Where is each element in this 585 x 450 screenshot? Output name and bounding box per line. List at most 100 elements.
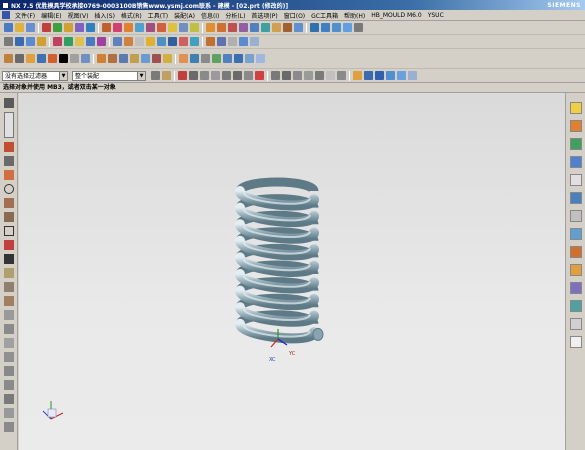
- dimension-icon[interactable]: [3, 366, 14, 376]
- point-icon[interactable]: [3, 254, 14, 264]
- layer-icon[interactable]: [97, 37, 106, 46]
- point-icon[interactable]: [70, 54, 79, 63]
- convert-reference-icon[interactable]: [3, 408, 14, 418]
- chamfer-icon[interactable]: [261, 23, 270, 32]
- save-icon[interactable]: [26, 23, 35, 32]
- view-fit-icon[interactable]: [4, 37, 13, 46]
- selection-scope-dropdown[interactable]: 整个装配 ▼: [72, 70, 146, 81]
- wireframe-icon[interactable]: [75, 37, 84, 46]
- join-curve-icon[interactable]: [201, 54, 210, 63]
- assembly-icon[interactable]: [206, 37, 215, 46]
- menu-information[interactable]: 信息(I): [198, 11, 222, 20]
- spline-icon[interactable]: [81, 54, 90, 63]
- menu-preferences[interactable]: 首选项(P): [248, 11, 280, 20]
- view-pan-icon[interactable]: [26, 37, 35, 46]
- rectangle-icon[interactable]: [48, 54, 57, 63]
- chevron-down-icon[interactable]: ▼: [137, 71, 145, 80]
- line-icon[interactable]: [3, 156, 14, 166]
- web-browser-icon[interactable]: [569, 192, 582, 204]
- paste-icon[interactable]: [86, 23, 95, 32]
- menu-format[interactable]: 格式(R): [118, 11, 145, 20]
- subtract-icon[interactable]: [217, 23, 226, 32]
- fillet-icon[interactable]: [3, 198, 14, 208]
- arc-icon[interactable]: [26, 54, 35, 63]
- sketch-icon[interactable]: [102, 23, 111, 32]
- process-studio-icon[interactable]: [569, 246, 582, 258]
- menu-assemblies[interactable]: 装配(A): [171, 11, 198, 20]
- trim-curve-icon[interactable]: [179, 54, 188, 63]
- menu-edit[interactable]: 编辑(E): [38, 11, 64, 20]
- dropdown-icon[interactable]: [250, 37, 259, 46]
- cut-icon[interactable]: [64, 23, 73, 32]
- tangent-point-icon[interactable]: [315, 71, 324, 80]
- snap-point-icon[interactable]: [178, 71, 187, 80]
- open-file-icon[interactable]: [15, 23, 24, 32]
- polygon-icon[interactable]: [3, 240, 14, 250]
- thicken-icon[interactable]: [157, 37, 166, 46]
- mirror-curve-icon[interactable]: [223, 54, 232, 63]
- make-corner-icon[interactable]: [3, 338, 14, 348]
- offset-curve-icon[interactable]: [152, 54, 161, 63]
- quick-extend-icon[interactable]: [3, 324, 14, 334]
- menu-ysuc[interactable]: YSUC: [425, 12, 447, 19]
- sketch-finish-icon[interactable]: [234, 54, 243, 63]
- system-scenes-icon[interactable]: [569, 300, 582, 312]
- mesh-icon[interactable]: [135, 37, 144, 46]
- sphere-icon[interactable]: [343, 23, 352, 32]
- quadrant-point-icon[interactable]: [244, 71, 253, 80]
- sketch-toolbar-handle-icon[interactable]: [3, 98, 14, 108]
- new-file-icon[interactable]: [4, 23, 13, 32]
- text-icon[interactable]: [59, 54, 68, 63]
- extrude-icon[interactable]: [113, 23, 122, 32]
- component-icon[interactable]: [217, 37, 226, 46]
- reuse-library-icon[interactable]: [569, 156, 582, 168]
- intersection-point-icon[interactable]: [222, 71, 231, 80]
- bridge-curve-icon[interactable]: [163, 54, 172, 63]
- menu-insert[interactable]: 插入(S): [91, 11, 118, 20]
- isometric-icon[interactable]: [397, 71, 406, 80]
- center-point-icon[interactable]: [337, 71, 346, 80]
- circle-icon[interactable]: [37, 54, 46, 63]
- existing-point-icon[interactable]: [255, 71, 264, 80]
- menu-tools[interactable]: 工具(T): [145, 11, 171, 20]
- midpoint-icon[interactable]: [200, 71, 209, 80]
- bounded-grid-point-icon[interactable]: [293, 71, 302, 80]
- redo-icon[interactable]: [53, 23, 62, 32]
- manufacturing-wizards-icon[interactable]: [569, 264, 582, 276]
- shaded-icon[interactable]: [64, 37, 73, 46]
- measure-icon[interactable]: [190, 37, 199, 46]
- slot-icon[interactable]: [179, 23, 188, 32]
- layer-settings-icon[interactable]: [375, 71, 384, 80]
- rectangle-icon[interactable]: [3, 226, 14, 236]
- history-icon[interactable]: [569, 210, 582, 222]
- filter-settings-icon[interactable]: [151, 71, 160, 80]
- cross-icon[interactable]: [326, 71, 335, 80]
- helix-icon[interactable]: [119, 54, 128, 63]
- type-filter-dropdown[interactable]: 没有选择过滤器 ▼: [2, 70, 68, 81]
- shell-icon[interactable]: [272, 23, 281, 32]
- undo-icon[interactable]: [42, 23, 51, 32]
- intersect-curve-icon[interactable]: [141, 54, 150, 63]
- groove-icon[interactable]: [190, 23, 199, 32]
- point-on-face-icon[interactable]: [282, 71, 291, 80]
- chevron-down-icon[interactable]: ▼: [59, 71, 67, 80]
- spring-model[interactable]: XC YC: [19, 93, 565, 450]
- pattern-icon[interactable]: [294, 23, 303, 32]
- menu-analysis[interactable]: 分析(L): [222, 11, 248, 20]
- view-zoom-icon[interactable]: [15, 37, 24, 46]
- block-icon[interactable]: [310, 23, 319, 32]
- wcs-icon[interactable]: [353, 71, 362, 80]
- orient-view-icon[interactable]: [86, 37, 95, 46]
- clipboard-icon[interactable]: [569, 336, 582, 348]
- explode-icon[interactable]: [239, 37, 248, 46]
- graphics-window[interactable]: XC YC: [19, 93, 565, 450]
- sweep-icon[interactable]: [146, 37, 155, 46]
- endpoint-icon[interactable]: [189, 71, 198, 80]
- auto-constrain-icon[interactable]: [3, 380, 14, 390]
- quick-trim-icon[interactable]: [3, 310, 14, 320]
- profile-icon[interactable]: [3, 142, 14, 152]
- line-icon[interactable]: [15, 54, 24, 63]
- menu-hb-mould[interactable]: HB_MOULD M6.0: [368, 12, 425, 19]
- view-cube-icon[interactable]: [245, 54, 254, 63]
- sew-icon[interactable]: [168, 37, 177, 46]
